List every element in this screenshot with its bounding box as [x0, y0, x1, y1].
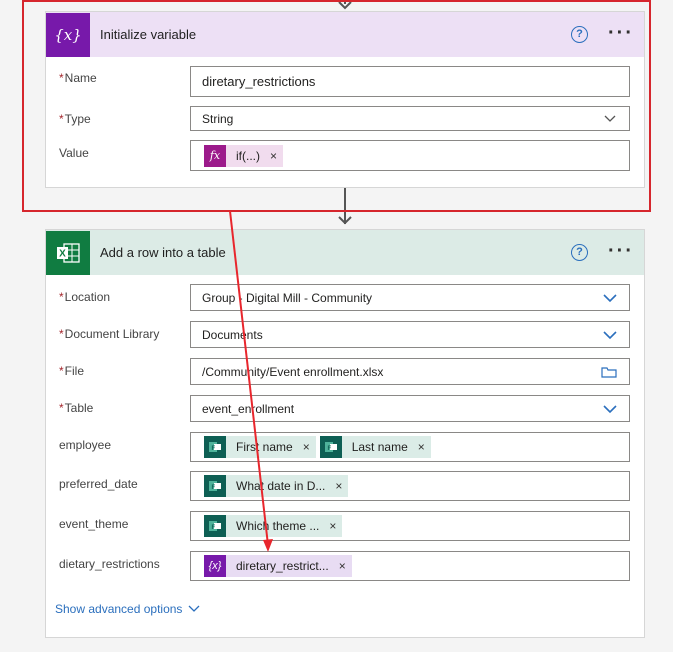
annotation-arrow — [229, 210, 273, 552]
flow-canvas: {x} Initialize variable ? ··· *Name dire… — [0, 0, 673, 652]
